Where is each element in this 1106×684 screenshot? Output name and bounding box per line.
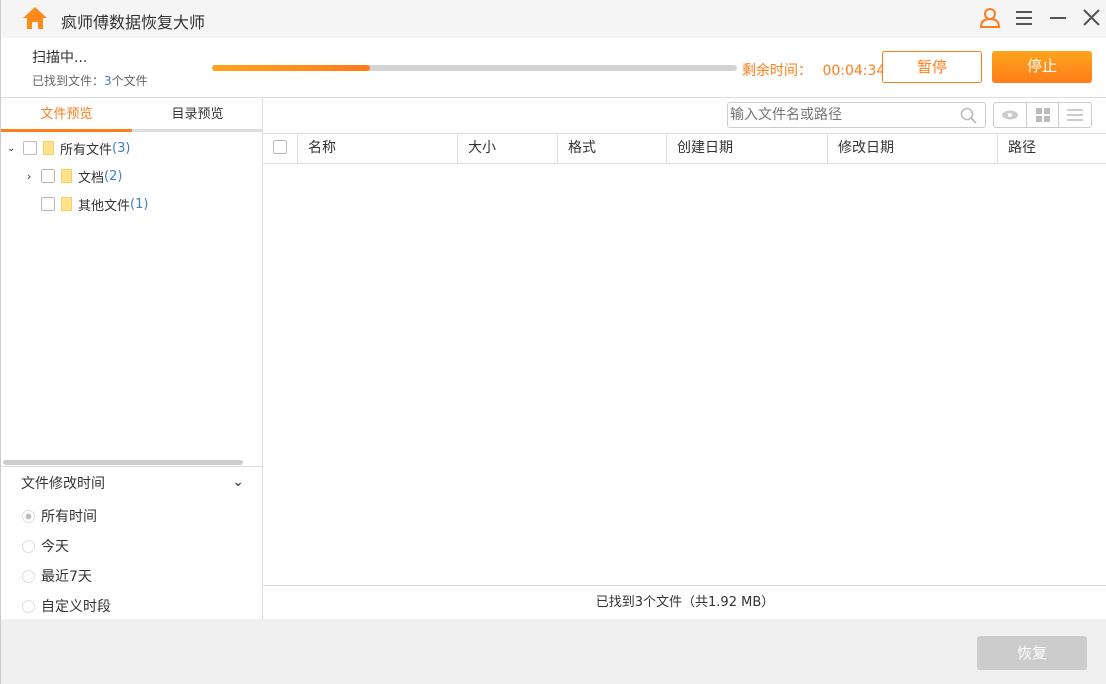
title-bar: 疯师傅数据恢复大师 [1,0,1106,38]
tree-item-documents[interactable]: › 文档 (2) [7,162,257,190]
remaining-time: 剩余时间： 00:04:34 [742,63,886,79]
radio-button[interactable] [22,539,35,553]
recover-button[interactable]: 恢复 [977,636,1087,670]
left-panel: 文件预览 目录预览 ⌄ 所有文件 (3) › 文档 (2) 其他文件 (1) 文件修改时间… [1,98,263,619]
radio-label: 所有时间 [41,509,97,525]
select-all-header [263,133,297,164]
column-header[interactable]: 名称 [297,133,457,164]
radio-button[interactable] [22,569,35,583]
search-field[interactable] [728,103,948,127]
found-count: 已找到文件：3个文件 [32,74,148,88]
radio-label: 自定义时段 [41,599,111,615]
stop-button[interactable]: 停止 [992,51,1092,83]
checkbox[interactable] [41,197,55,211]
folder-icon [61,197,72,211]
column-header[interactable]: 创建日期 [666,133,827,164]
radio-label: 今天 [41,539,69,555]
tab-directory-preview[interactable]: 目录预览 [132,98,263,132]
column-header[interactable]: 格式 [557,133,666,164]
footer: 恢复 [1,619,1106,684]
tree-count: (3) [112,140,131,156]
tab-file-preview[interactable]: 文件预览 [1,98,132,132]
tree-item-other[interactable]: 其他文件 (1) [7,190,257,218]
checkbox[interactable] [23,141,37,155]
grid-view-icon[interactable] [1027,103,1060,127]
home-icon [23,7,47,29]
close-icon[interactable] [1083,9,1100,26]
tree-label: 所有文件 [60,142,113,158]
pause-button[interactable]: 暂停 [882,51,982,83]
view-toggle [993,102,1092,128]
status-bar: 已找到3个文件（共1.92 MB） [263,585,1106,619]
column-header[interactable]: 修改日期 [827,133,997,164]
tree-count: (1) [130,196,149,212]
search-input[interactable] [727,102,986,128]
filter-title: 文件修改时间 [21,476,105,492]
chevron-down-icon[interactable]: ⌄ [232,465,244,499]
chevron-down-icon[interactable]: ⌄ [7,143,17,154]
list-view-icon[interactable] [1059,103,1091,127]
column-header[interactable]: 路径 [997,133,1106,164]
tree-label: 文档 [78,170,105,186]
menu-icon[interactable] [1015,10,1033,26]
radio-button[interactable] [22,509,35,523]
scan-status: 扫描中... [32,50,88,66]
chevron-right-icon[interactable]: › [27,170,35,183]
tree-label: 其他文件 [78,198,131,214]
radio-button[interactable] [22,599,35,613]
tree-item-all[interactable]: ⌄ 所有文件 (3) [7,134,257,162]
eye-icon[interactable] [994,103,1027,127]
horizontal-scrollbar[interactable] [3,460,243,465]
radio-label: 最近7天 [41,569,92,585]
progress-fill [212,65,370,71]
radio-option[interactable]: 最近7天 [1,561,262,591]
scan-progress-bar [212,65,737,71]
checkbox[interactable] [41,169,55,183]
search-icon[interactable] [960,107,977,124]
folder-icon [43,141,54,155]
app-title: 疯师傅数据恢复大师 [61,13,206,32]
minimize-icon[interactable] [1049,10,1067,26]
radio-option[interactable]: 所有时间 [1,501,262,531]
folder-icon [61,169,72,183]
radio-option[interactable]: 今天 [1,531,262,561]
radio-option[interactable]: 自定义时段 [1,591,262,621]
filter-section: 文件修改时间 ⌄ 所有时间今天最近7天自定义时段 [1,466,262,621]
user-icon[interactable] [979,8,1001,28]
tree-count: (2) [104,168,123,184]
filter-header[interactable]: 文件修改时间 ⌄ [1,467,262,501]
column-header[interactable]: 大小 [457,133,557,164]
select-all-checkbox[interactable] [273,140,287,154]
